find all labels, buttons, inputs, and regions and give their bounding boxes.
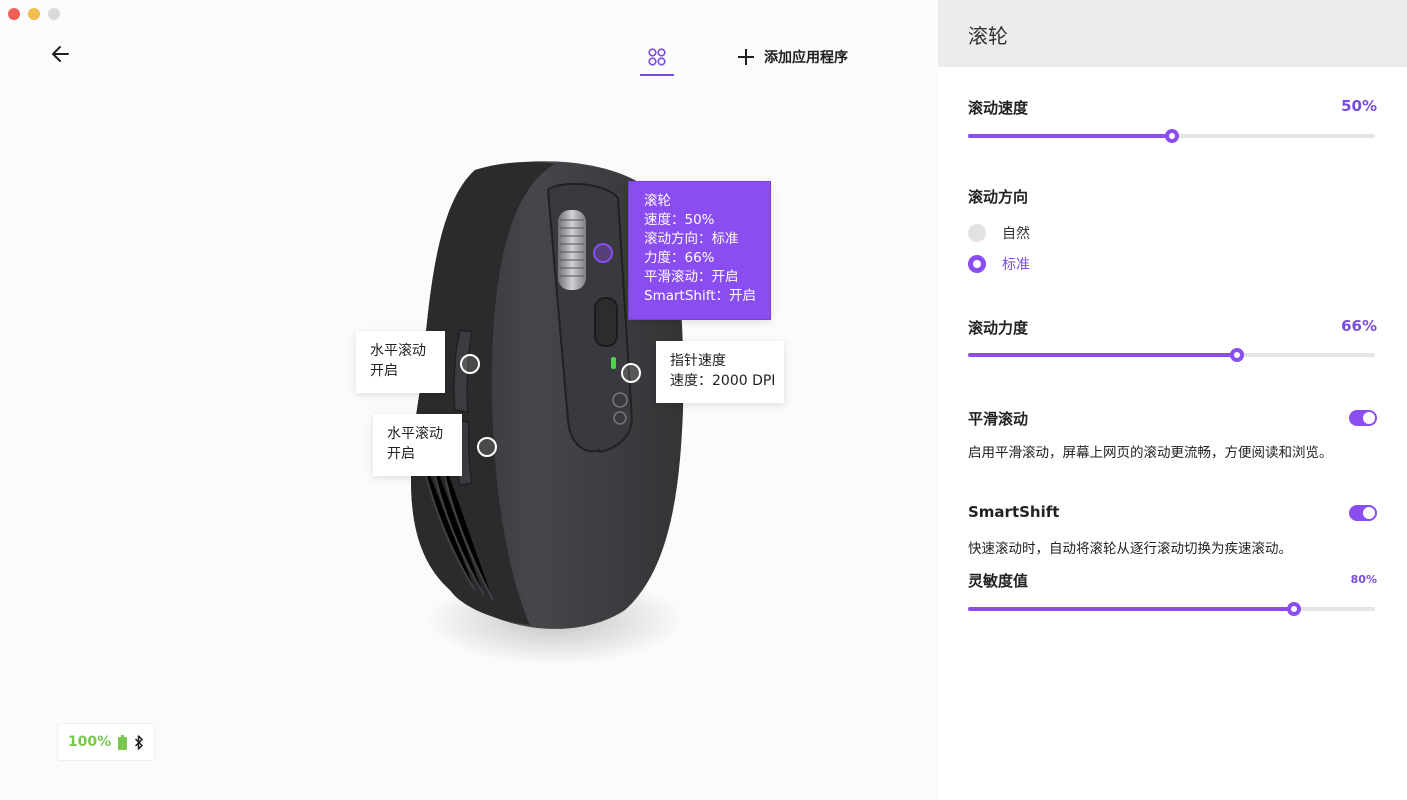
minimize-window-button[interactable] <box>28 8 40 20</box>
zoom-window-button[interactable] <box>48 8 60 20</box>
horizontal-scroll-callout-1[interactable]: 水平滚动 开启 <box>356 331 445 393</box>
radio-label: 自然 <box>1002 226 1030 242</box>
scroll-direction-natural-radio[interactable]: 自然 <box>968 223 1030 243</box>
smartshift-label: SmartShift <box>968 503 1060 521</box>
bluetooth-icon <box>135 734 143 750</box>
callout-line: 水平滚动 <box>370 343 426 359</box>
radio-circle <box>968 224 986 242</box>
callout-line: 水平滚动 <box>387 426 443 442</box>
horizontal-scroll-callout-2[interactable]: 水平滚动 开启 <box>373 414 462 476</box>
battery-status: 100% <box>57 723 155 761</box>
smooth-scroll-toggle[interactable] <box>1349 410 1377 426</box>
scroll-force-slider[interactable] <box>968 348 1375 362</box>
plus-icon <box>738 49 754 65</box>
slider-fill <box>968 607 1294 611</box>
panel-title: 滚轮 <box>968 24 1008 48</box>
grid-icon <box>648 48 666 66</box>
sensitivity-value: 80% <box>1350 573 1377 586</box>
app-window: 添加应用程序 滚轮 速度：50% 滚动方向：标准 力度：66% 平滑滚动：开启 … <box>0 0 1407 800</box>
scroll-speed-value: 50% <box>1341 97 1377 115</box>
window-controls <box>8 8 60 20</box>
back-button[interactable] <box>50 43 72 65</box>
smooth-scroll-label: 平滑滚动 <box>968 410 1029 428</box>
sensitivity-slider[interactable] <box>968 602 1375 616</box>
callout-line: 滚动方向：标准 <box>644 231 739 247</box>
settings-panel: 滚轮 滚动速度 50% 滚动方向 自然 标准 滚动力度 66% 平滑滚动 启用平… <box>938 0 1407 800</box>
callout-line: 开启 <box>370 363 398 379</box>
battery-icon <box>118 734 128 750</box>
arrow-left-icon <box>52 46 69 62</box>
slider-fill <box>968 353 1237 357</box>
scroll-wheel-hotspot[interactable] <box>593 243 613 263</box>
horizontal-scroll-hotspot-1[interactable] <box>460 354 480 374</box>
close-window-button[interactable] <box>8 8 20 20</box>
scroll-force-value: 66% <box>1341 317 1377 335</box>
callout-line: 开启 <box>387 446 415 462</box>
smartshift-toggle[interactable] <box>1349 505 1377 521</box>
slider-fill <box>968 134 1172 138</box>
pointer-speed-hotspot[interactable] <box>621 363 641 383</box>
callout-line: SmartShift：开启 <box>644 288 757 304</box>
callout-line: 平滑滚动：开启 <box>644 269 739 285</box>
callout-line: 速度：2000 DPI <box>670 373 776 389</box>
callout-line: 指针速度 <box>670 353 726 369</box>
scroll-speed-label: 滚动速度 <box>968 99 1029 117</box>
callout-line: 滚轮 <box>644 193 671 209</box>
pointer-speed-callout[interactable]: 指针速度 速度：2000 DPI <box>656 341 784 403</box>
scroll-direction-standard-radio[interactable]: 标准 <box>968 254 1030 274</box>
scroll-wheel-callout[interactable]: 滚轮 速度：50% 滚动方向：标准 力度：66% 平滑滚动：开启 SmartSh… <box>628 181 771 320</box>
scroll-speed-slider[interactable] <box>968 129 1375 143</box>
slider-thumb[interactable] <box>1286 602 1301 616</box>
horizontal-scroll-hotspot-2[interactable] <box>477 437 497 457</box>
smooth-scroll-description: 启用平滑滚动，屏幕上网页的滚动更流畅，方便阅读和浏览。 <box>968 445 1333 461</box>
tab-devices-grid[interactable] <box>640 40 674 76</box>
scroll-force-label: 滚动力度 <box>968 319 1029 337</box>
radio-label: 标准 <box>1002 257 1030 273</box>
smartshift-description: 快速滚动时，自动将滚轮从逐行滚动切换为疾速滚动。 <box>968 541 1292 557</box>
callout-line: 速度：50% <box>644 212 715 228</box>
sensitivity-label: 灵敏度值 <box>968 572 1029 590</box>
battery-percent: 100% <box>67 734 112 750</box>
slider-thumb[interactable] <box>1229 348 1244 362</box>
add-application-button[interactable]: 添加应用程序 <box>738 47 848 67</box>
callout-line: 力度：66% <box>644 250 715 266</box>
radio-circle <box>968 255 986 273</box>
panel-header: 滚轮 <box>938 0 1407 67</box>
slider-thumb[interactable] <box>1164 129 1179 143</box>
toolbar: 添加应用程序 <box>640 40 848 76</box>
add-application-label: 添加应用程序 <box>764 50 848 66</box>
scroll-direction-label: 滚动方向 <box>968 188 1029 206</box>
